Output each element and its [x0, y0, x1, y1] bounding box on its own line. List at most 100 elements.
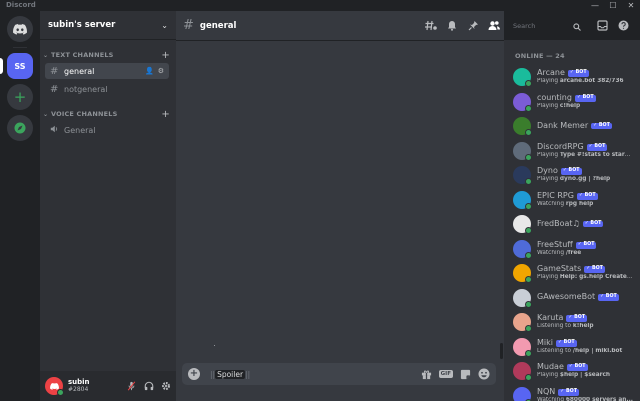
emoji-icon[interactable] — [478, 368, 490, 380]
category-label: TEXT CHANNELS — [51, 51, 114, 59]
member-list-item[interactable]: GameStats ✓ BOT Playing Help: gs.help Cr… — [513, 261, 637, 285]
activity-text: Type #!stats to start y... — [559, 151, 633, 158]
online-status-dot — [525, 80, 532, 87]
member-name: Karuta — [537, 314, 564, 323]
member-list-item[interactable]: NQN ✓ BOT Watching 680000 servers an... — [513, 384, 637, 401]
member-activity: Playing c!help — [537, 103, 633, 109]
member-name: Miki — [537, 338, 553, 347]
close-button[interactable]: ✕ — [622, 0, 640, 11]
hash-icon: # — [50, 65, 59, 77]
search-input[interactable] — [513, 21, 573, 30]
avatar[interactable] — [45, 377, 64, 396]
add-server-button[interactable]: + — [7, 84, 33, 110]
online-status-dot — [525, 325, 532, 332]
bot-badge: ✓ BOT — [586, 143, 608, 151]
maximize-button[interactable]: ☐ — [604, 0, 622, 11]
member-list-item[interactable]: Karuta ✓ BOT Listening to k!help — [513, 310, 637, 334]
chat-scrollbar[interactable] — [500, 343, 503, 359]
category-voice-channels[interactable]: ⌄ VOICE CHANNELS + — [40, 108, 176, 120]
explore-servers-button[interactable] — [7, 115, 33, 141]
online-status-dot — [525, 349, 532, 357]
voice-channel-general[interactable]: General — [45, 122, 169, 138]
inbox-icon[interactable] — [596, 20, 608, 32]
member-list-item[interactable]: DiscordRPG ✓ BOT Playing Type #!stats to… — [513, 139, 637, 163]
notification-bell-icon[interactable] — [446, 20, 458, 32]
message-input[interactable]: || Spoiler || — [210, 369, 421, 379]
upload-plus-button[interactable]: + — [188, 368, 200, 380]
member-list-item[interactable]: FreeStuff ✓ BOT Watching /free — [513, 237, 637, 261]
member-name: GameStats — [537, 265, 582, 274]
server-rail: SS + — [0, 11, 40, 401]
server-name: subin's server — [48, 20, 116, 30]
activity-text: k!help — [572, 323, 594, 330]
member-list-item[interactable]: Dyno ✓ BOT Playing dyno.gg | ?help — [513, 163, 637, 187]
discord-logo-icon — [13, 23, 27, 35]
activity-verb: Playing — [537, 102, 559, 109]
avatar — [513, 117, 532, 136]
avatar — [513, 141, 532, 161]
message-composer[interactable]: + || Spoiler || GIF — [182, 363, 496, 385]
user-settings-gear-icon[interactable] — [160, 381, 171, 392]
member-list-item[interactable]: Miki ✓ BOT Listening to /help | miki.bot — [513, 335, 637, 359]
create-channel-icon[interactable]: + — [161, 109, 170, 120]
online-status-dot — [525, 251, 532, 259]
channel-general[interactable]: # general 👤 ⚙ — [45, 63, 169, 79]
avatar — [513, 288, 532, 308]
sticker-icon[interactable] — [460, 368, 471, 380]
avatar — [513, 264, 532, 283]
minimize-button[interactable]: — — [586, 0, 604, 11]
member-list-item[interactable]: FredBoat♫ ✓ BOT — [513, 212, 637, 236]
user-panel: subin #2804 — [40, 371, 176, 401]
headphones-icon[interactable] — [143, 381, 154, 392]
online-status-dot — [525, 374, 532, 381]
channel-name: notgeneral — [64, 84, 108, 94]
gif-button[interactable]: GIF — [438, 370, 453, 378]
user-discriminator: #2804 — [68, 385, 89, 393]
member-list-icon[interactable] — [488, 20, 500, 32]
help-icon[interactable] — [617, 20, 629, 32]
member-name: NQN — [537, 387, 556, 396]
activity-verb: Listening to — [537, 347, 572, 354]
member-list-item[interactable]: GAwesomeBot ✓ BOT — [513, 286, 637, 310]
online-status-dot — [525, 276, 532, 283]
create-channel-icon[interactable]: + — [161, 50, 170, 61]
gear-icon[interactable]: ⚙ — [158, 67, 164, 75]
member-activity: Watching /free — [537, 250, 633, 256]
bot-badge: ✓ BOT — [591, 122, 612, 130]
member-name: Dyno — [537, 167, 558, 176]
activity-text: 680000 servers an... — [565, 396, 633, 401]
app-title: Discord — [6, 1, 36, 9]
server-icon-subins-server[interactable]: SS — [7, 53, 33, 79]
member-name: Dank Memer — [537, 121, 589, 130]
channel-title: general — [199, 20, 237, 31]
channel-notgeneral[interactable]: # notgeneral — [45, 81, 169, 97]
gift-icon[interactable] — [421, 368, 432, 380]
member-activity: Playing $help | $search — [537, 372, 633, 378]
invite-icon[interactable]: 👤 — [145, 67, 154, 75]
mute-microphone-icon[interactable] — [126, 381, 137, 392]
pinned-messages-icon[interactable] — [467, 20, 479, 32]
member-activity: Playing Help: gs.help Create pr... — [537, 274, 633, 280]
member-list-item[interactable]: EPIC RPG ✓ BOT Watching rpg help — [513, 188, 637, 212]
member-list-item[interactable]: Arcane ✓ BOT Playing arcane.bot 382/736 — [513, 65, 637, 89]
search-box[interactable] — [509, 18, 587, 33]
member-list-item[interactable]: Mudae ✓ BOT Playing $help | $search — [513, 359, 637, 383]
speaker-icon — [50, 125, 64, 136]
member-list-item[interactable]: counting ✓ BOT Playing c!help — [513, 90, 637, 114]
member-list: ONLINE — 24 Arcane ✓ BOT Playing arcane.… — [504, 40, 640, 401]
server-header[interactable]: subin's server ⌄ — [40, 11, 176, 40]
category-text-channels[interactable]: ⌄ TEXT CHANNELS + — [40, 49, 176, 61]
bot-badge: ✓ BOT — [567, 70, 589, 78]
discord-logo-icon — [49, 382, 59, 390]
member-name: Mudae — [537, 363, 564, 372]
member-activity: Playing dyno.gg | ?help — [537, 176, 633, 182]
channel-sidebar: subin's server ⌄ ⌄ TEXT CHANNELS + # gen… — [40, 11, 176, 401]
member-activity: Listening to k!help — [537, 323, 633, 329]
activity-verb: Watching — [537, 200, 565, 207]
home-button[interactable] — [7, 16, 33, 42]
member-activity: Watching 680000 servers an... — [537, 397, 633, 401]
avatar — [513, 362, 532, 381]
member-list-item[interactable]: Dank Memer ✓ BOT — [513, 114, 637, 138]
threads-icon[interactable] — [425, 20, 437, 32]
bot-badge: ✓ BOT — [566, 315, 588, 323]
